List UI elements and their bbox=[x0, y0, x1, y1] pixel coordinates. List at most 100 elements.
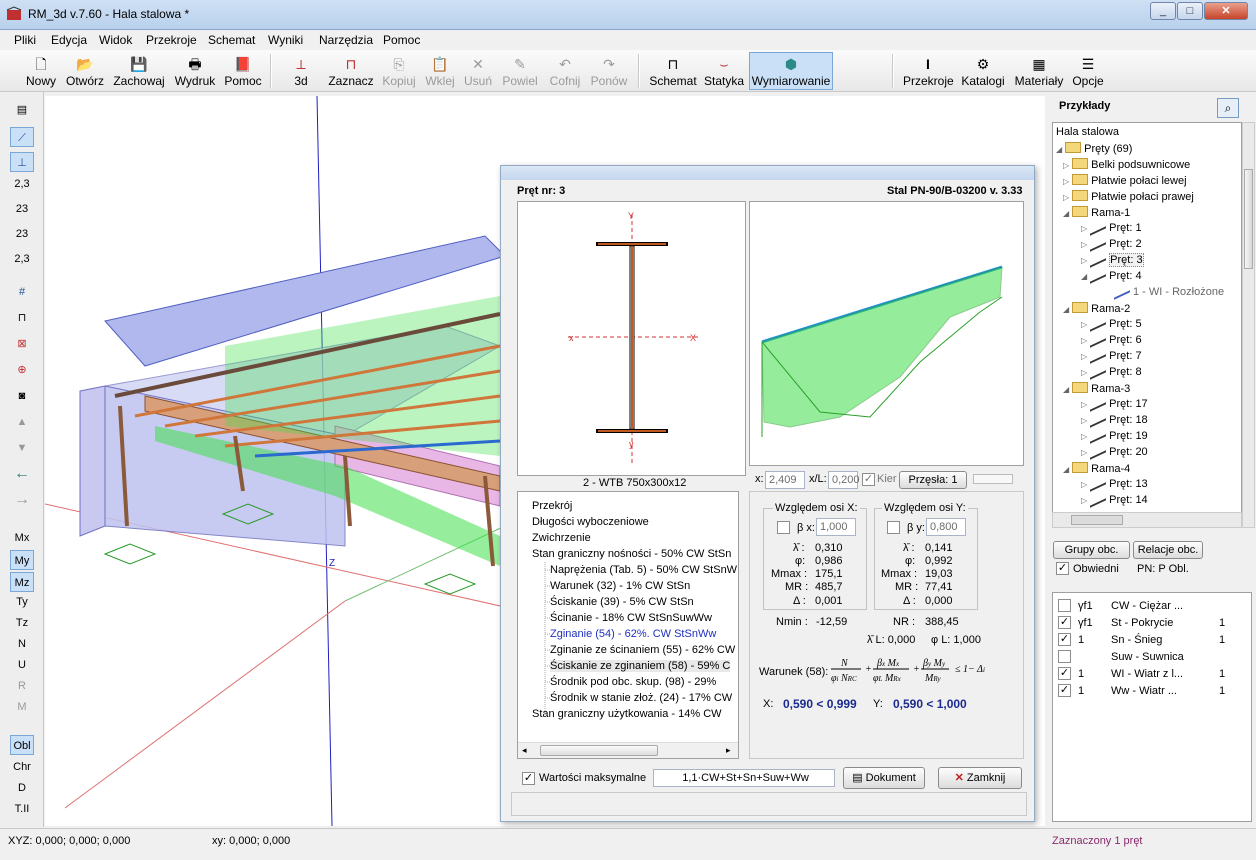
menu-przekroje[interactable]: Przekroje bbox=[146, 33, 197, 47]
beta-y-field[interactable]: 0,800 bbox=[926, 518, 966, 536]
tree-item[interactable]: Ściskanie (39) - 5% CW StSn bbox=[550, 596, 694, 608]
examples-tree-item[interactable]: 1 - WI - Rozłożone bbox=[1111, 282, 1224, 300]
tree-item-selected[interactable]: Zginanie (54) - 62%. CW StSnWw bbox=[550, 628, 716, 640]
load-case-checkbox[interactable]: ✓ bbox=[1058, 684, 1071, 697]
examples-tree-item[interactable]: ▷ Pręt: 2 bbox=[1081, 234, 1142, 252]
expand-arrow-icon[interactable]: ▷ bbox=[1081, 368, 1087, 377]
menu-wyniki[interactable]: Wyniki bbox=[268, 33, 303, 47]
tree-item[interactable]: Zwichrzenie bbox=[532, 532, 591, 544]
menu-narzedzia[interactable]: Narzędzia bbox=[319, 33, 373, 47]
close-button[interactable]: ✕ bbox=[1204, 2, 1248, 20]
chr-button[interactable]: Chr bbox=[10, 757, 34, 777]
menu-pomoc[interactable]: Pomoc bbox=[383, 33, 420, 47]
examples-tree-item[interactable]: ◢ Pręt: 4 bbox=[1081, 266, 1142, 284]
t2-button[interactable]: T.II bbox=[10, 799, 34, 819]
scroll-right-icon[interactable]: ▸ bbox=[726, 745, 731, 756]
expand-arrow-icon[interactable]: ▷ bbox=[1063, 193, 1069, 202]
load-case-name[interactable]: Suw - Suwnica bbox=[1111, 651, 1184, 663]
load-case-name[interactable]: WI - Wiatr z l... bbox=[1111, 668, 1183, 680]
expand-arrow-icon[interactable]: ▷ bbox=[1081, 416, 1087, 425]
obl-button[interactable]: Obl bbox=[10, 735, 34, 755]
expand-arrow-icon[interactable]: ▷ bbox=[1081, 336, 1087, 345]
schema-button[interactable]: ⊓ Schemat bbox=[648, 52, 698, 90]
search-icon[interactable]: ⌕ bbox=[1217, 98, 1239, 118]
arrow-up-icon[interactable]: ▲ bbox=[10, 412, 34, 432]
examples-tree-item[interactable]: ▷ Pręt: 14 bbox=[1081, 490, 1148, 508]
tree-item[interactable]: Długości wyboczeniowe bbox=[532, 516, 649, 528]
examples-tree-item[interactable]: ▷ Pręt: 8 bbox=[1081, 362, 1142, 380]
expand-arrow-icon[interactable]: ▷ bbox=[1081, 448, 1087, 457]
examples-tree-item[interactable]: ◢ Pręty (69) bbox=[1056, 142, 1132, 155]
load-case-checkbox[interactable] bbox=[1058, 599, 1071, 612]
examples-tree-item[interactable]: ▷ Pręt: 13 bbox=[1081, 474, 1148, 492]
load-case-checkbox[interactable]: ✓ bbox=[1058, 667, 1071, 680]
tree-item[interactable]: Zginanie ze ścinaniem (55) - 62% CW bbox=[550, 644, 735, 656]
examples-vscroll-thumb[interactable] bbox=[1244, 169, 1253, 269]
print-button[interactable]: 🖶 Wydruk bbox=[171, 52, 219, 90]
examples-tree-item[interactable]: ◢ Rama-4 bbox=[1063, 462, 1130, 475]
duplicate-button[interactable]: ✎ Powiel bbox=[499, 52, 541, 90]
tree-item[interactable]: Środnik pod obc. skup. (98) - 29% bbox=[550, 676, 716, 688]
scroll-thumb[interactable] bbox=[540, 745, 658, 756]
statics-button[interactable]: ⌣ Statyka bbox=[702, 52, 746, 90]
load-value-icon[interactable]: 2,3 bbox=[10, 178, 34, 198]
przesla-button[interactable]: Przęsła: 1 bbox=[899, 471, 967, 489]
tree-root[interactable]: Hala stalowa bbox=[1056, 126, 1119, 138]
beta-x-checkbox[interactable] bbox=[777, 521, 790, 534]
expand-arrow-icon[interactable]: ▷ bbox=[1081, 352, 1087, 361]
minimize-button[interactable]: _ bbox=[1150, 2, 1176, 20]
point-load-icon[interactable]: 23 bbox=[10, 228, 34, 248]
target-icon[interactable]: ⊕ bbox=[10, 360, 34, 380]
load-combination-field[interactable]: 1,1·CW+St+Sn+Suw+Ww bbox=[653, 769, 835, 787]
tree-item[interactable]: Naprężenia (Tab. 5) - 50% CW StSnW bbox=[550, 564, 737, 576]
load-case-checkbox[interactable]: ✓ bbox=[1058, 633, 1071, 646]
examples-tree-item[interactable]: ▷ Pręt: 20 bbox=[1081, 442, 1148, 460]
expand-arrow-icon[interactable]: ◢ bbox=[1063, 465, 1069, 474]
ty-button[interactable]: Ty bbox=[10, 592, 34, 612]
expand-arrow-icon[interactable]: ▷ bbox=[1081, 400, 1087, 409]
examples-tree-item[interactable]: ▷ Płatwie połaci prawej bbox=[1063, 190, 1194, 203]
nodal-load-icon[interactable]: 2,3 bbox=[10, 253, 34, 273]
tree-hscrollbar[interactable]: ◂ ▸ bbox=[518, 742, 738, 758]
sections-button[interactable]: I Przekroje bbox=[902, 52, 954, 90]
expand-arrow-icon[interactable]: ◢ bbox=[1063, 209, 1069, 218]
distributed-load-icon[interactable]: 23 bbox=[10, 203, 34, 223]
examples-vscrollbar[interactable] bbox=[1242, 122, 1255, 528]
mx-button[interactable]: Mx bbox=[10, 528, 34, 548]
tree-item[interactable]: Ścinanie - 18% CW StSnSuwWw bbox=[550, 612, 712, 624]
tree-item[interactable]: Stan graniczny użytkowania - 14% CW bbox=[532, 708, 722, 720]
catalogs-button[interactable]: ⚙ Katalogi bbox=[958, 52, 1008, 90]
load-relations-button[interactable]: Relacje obc. bbox=[1133, 541, 1203, 559]
bar-icon[interactable]: ⟋ bbox=[10, 127, 34, 147]
n-button[interactable]: N bbox=[10, 634, 34, 654]
examples-tree-item[interactable]: ▷ Pręt: 17 bbox=[1081, 394, 1148, 412]
examples-tree-item[interactable]: ▷ Pręt: 3 bbox=[1081, 250, 1144, 268]
expand-arrow-icon[interactable]: ▷ bbox=[1081, 320, 1087, 329]
examples-tree-item[interactable]: ▷ Pręt: 18 bbox=[1081, 410, 1148, 428]
tree-item[interactable]: Stan graniczny nośności - 50% CW StSn bbox=[532, 548, 731, 560]
expand-arrow-icon[interactable]: ▷ bbox=[1081, 496, 1087, 505]
expand-arrow-icon[interactable]: ▷ bbox=[1081, 256, 1087, 265]
menu-schemat[interactable]: Schemat bbox=[208, 33, 255, 47]
frame-view-icon[interactable]: ⊓ bbox=[10, 308, 34, 328]
camera-icon[interactable]: ◙ bbox=[10, 386, 34, 406]
maximize-button[interactable]: □ bbox=[1177, 2, 1203, 20]
view-3d-button[interactable]: ⟂ 3d bbox=[286, 52, 316, 90]
menu-edycja[interactable]: Edycja bbox=[51, 33, 87, 47]
examples-tree-item[interactable]: ▷ Belki podsuwnicowe bbox=[1063, 158, 1190, 171]
expand-arrow-icon[interactable]: ◢ bbox=[1063, 305, 1069, 314]
load-case-checkbox[interactable] bbox=[1058, 650, 1071, 663]
load-case-name[interactable]: Sn - Śnieg bbox=[1111, 634, 1162, 646]
expand-arrow-icon[interactable]: ▷ bbox=[1081, 224, 1087, 233]
support-icon[interactable]: ⊥ bbox=[10, 152, 34, 172]
examples-hscroll-thumb[interactable] bbox=[1071, 515, 1123, 525]
tz-button[interactable]: Tz bbox=[10, 613, 34, 633]
load-case-name[interactable]: Ww - Wiatr ... bbox=[1111, 685, 1177, 697]
expand-arrow-icon[interactable]: ▷ bbox=[1081, 480, 1087, 489]
d-button[interactable]: D bbox=[10, 778, 34, 798]
expand-arrow-icon[interactable]: ◢ bbox=[1081, 272, 1087, 281]
kier-checkbox[interactable]: ✓ bbox=[862, 473, 875, 486]
envelope-checkbox[interactable]: ✓ bbox=[1056, 562, 1069, 575]
m-button[interactable]: M bbox=[10, 697, 34, 717]
examples-hscrollbar[interactable] bbox=[1052, 512, 1242, 528]
